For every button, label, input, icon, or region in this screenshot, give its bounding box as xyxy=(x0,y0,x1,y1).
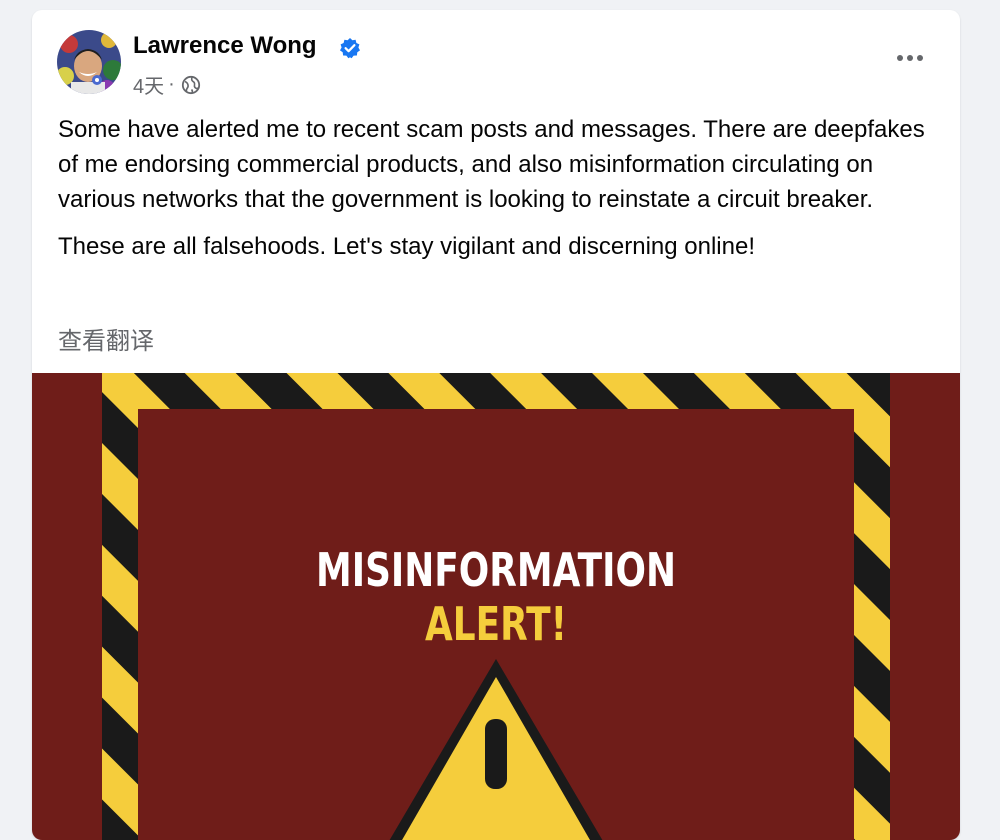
globe-icon[interactable] xyxy=(181,75,201,95)
verified-badge-icon xyxy=(340,38,360,59)
see-translation-link[interactable]: 查看翻译 xyxy=(58,321,154,356)
author-avatar[interactable] xyxy=(57,30,121,94)
meta-separator: · xyxy=(168,73,175,95)
post-paragraph: Some have alerted me to recent scam post… xyxy=(58,116,925,213)
post-card: Lawrence Wong 4天 · Some have alerted me xyxy=(32,10,960,840)
alert-title-line1: MISINFORMATION xyxy=(316,543,676,597)
more-options-icon xyxy=(897,55,923,61)
post-image[interactable]: MISINFORMATION ALERT! xyxy=(32,373,960,840)
post-timestamp[interactable]: 4天 xyxy=(133,70,164,99)
post-text: Some have alerted me to recent scam post… xyxy=(58,112,938,276)
author-name[interactable]: Lawrence Wong xyxy=(133,32,317,60)
post-meta: 4天 · xyxy=(133,70,201,99)
more-options-button[interactable] xyxy=(892,46,928,70)
post-paragraph: These are all falsehoods. Let's stay vig… xyxy=(58,233,755,260)
post-header: Lawrence Wong 4天 · xyxy=(32,10,960,110)
alert-title-line2: ALERT! xyxy=(424,597,567,651)
